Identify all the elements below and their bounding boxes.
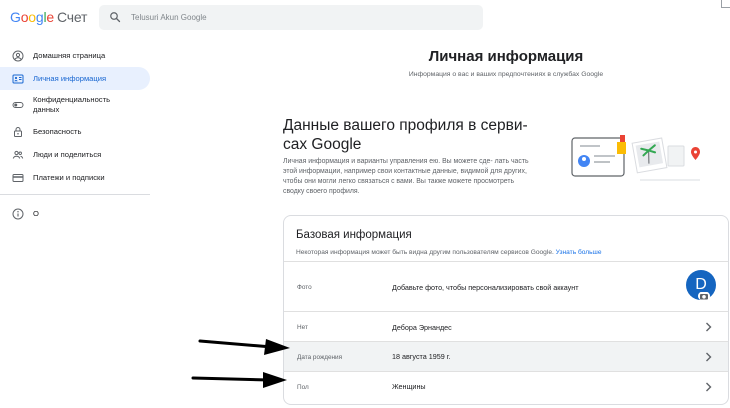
info-row-birthday[interactable]: Дата рождения 18 августа 1959 г. <box>284 341 728 371</box>
sidebar-item-security[interactable]: Безопасность <box>0 120 150 143</box>
page-subtitle: Информация о вас и ваших предпочтениях в… <box>408 71 604 78</box>
chevron-right-icon <box>706 382 712 392</box>
row-value: Добавьте фото, чтобы персонализировать с… <box>392 283 579 292</box>
row-value: 18 августа 1959 г. <box>392 352 451 361</box>
camera-icon[interactable] <box>698 291 710 301</box>
window-edge-divider-horizontal <box>721 7 730 8</box>
row-label: Нет <box>297 324 308 331</box>
sidebar-item-personal-info[interactable]: Личная информация <box>0 67 150 90</box>
annotation-arrow <box>198 339 290 355</box>
sidebar-item-people-sharing[interactable]: Люди и поделиться <box>0 143 150 166</box>
annotation-arrow <box>191 372 287 388</box>
app-header: Google Счет <box>0 0 730 36</box>
info-icon <box>12 208 24 219</box>
row-value: Дебора Эрнандес <box>392 323 452 332</box>
info-row-name[interactable]: Нет Дебора Эрнандес <box>284 311 728 341</box>
search-bar[interactable] <box>99 5 483 30</box>
info-row-gender[interactable]: Пол Женщины <box>284 371 728 404</box>
people-icon <box>12 150 24 159</box>
info-row-photo[interactable]: Фото Добавьте фото, чтобы персонализиров… <box>284 261 728 311</box>
chevron-right-icon <box>706 352 712 362</box>
google-account-logo[interactable]: Google Счет <box>10 9 87 25</box>
row-value: Женщины <box>392 382 426 391</box>
profile-illustration <box>571 135 700 181</box>
sidebar-item-label: Конфиденциальность данных <box>33 95 111 114</box>
product-name: Счет <box>57 9 88 25</box>
credit-card-icon <box>12 173 24 182</box>
basic-info-card: Базовая информация Некоторая информация … <box>283 215 729 405</box>
sidebar-item-payments[interactable]: Платежи и подписки <box>0 166 150 189</box>
search-icon <box>110 12 121 23</box>
sidebar-item-data-privacy[interactable]: Конфиденциальность данных <box>0 90 150 120</box>
learn-more-link[interactable]: Узнать больше <box>556 249 602 256</box>
sidebar-item-home[interactable]: Домашняя страница <box>0 44 150 67</box>
sidebar-item-about[interactable]: О <box>0 202 150 225</box>
account-circle-icon <box>12 50 24 61</box>
row-label: Дата рождения <box>297 354 343 361</box>
search-input[interactable] <box>131 8 471 27</box>
card-subtitle: Некоторая информация может быть видна др… <box>296 249 602 256</box>
sidebar-item-label: Безопасность <box>33 126 82 136</box>
chevron-right-icon <box>706 322 712 332</box>
profile-section-description: Личная информация и варианты управления … <box>283 158 529 195</box>
sidebar-item-label: Платежи и подписки <box>33 172 105 182</box>
row-label: Пол <box>297 384 309 391</box>
profile-section-heading: Данные вашего профиля в серви- сах Googl… <box>283 117 528 153</box>
lock-icon <box>14 126 22 137</box>
sidebar-divider <box>0 194 150 195</box>
card-title: Базовая информация <box>296 229 412 241</box>
sidebar-item-label: Личная информация <box>33 73 107 83</box>
sidebar-item-label: Люди и поделиться <box>33 149 102 159</box>
page-title: Личная информация <box>428 48 584 65</box>
row-label: Фото <box>297 284 312 291</box>
sidebar-nav: Домашняя страница Личная информация Конф… <box>0 44 150 225</box>
toggle-icon <box>12 102 24 108</box>
sidebar-item-label: Домашняя страница <box>33 50 106 60</box>
sidebar-item-label: О <box>33 208 39 218</box>
id-card-icon <box>12 74 24 83</box>
